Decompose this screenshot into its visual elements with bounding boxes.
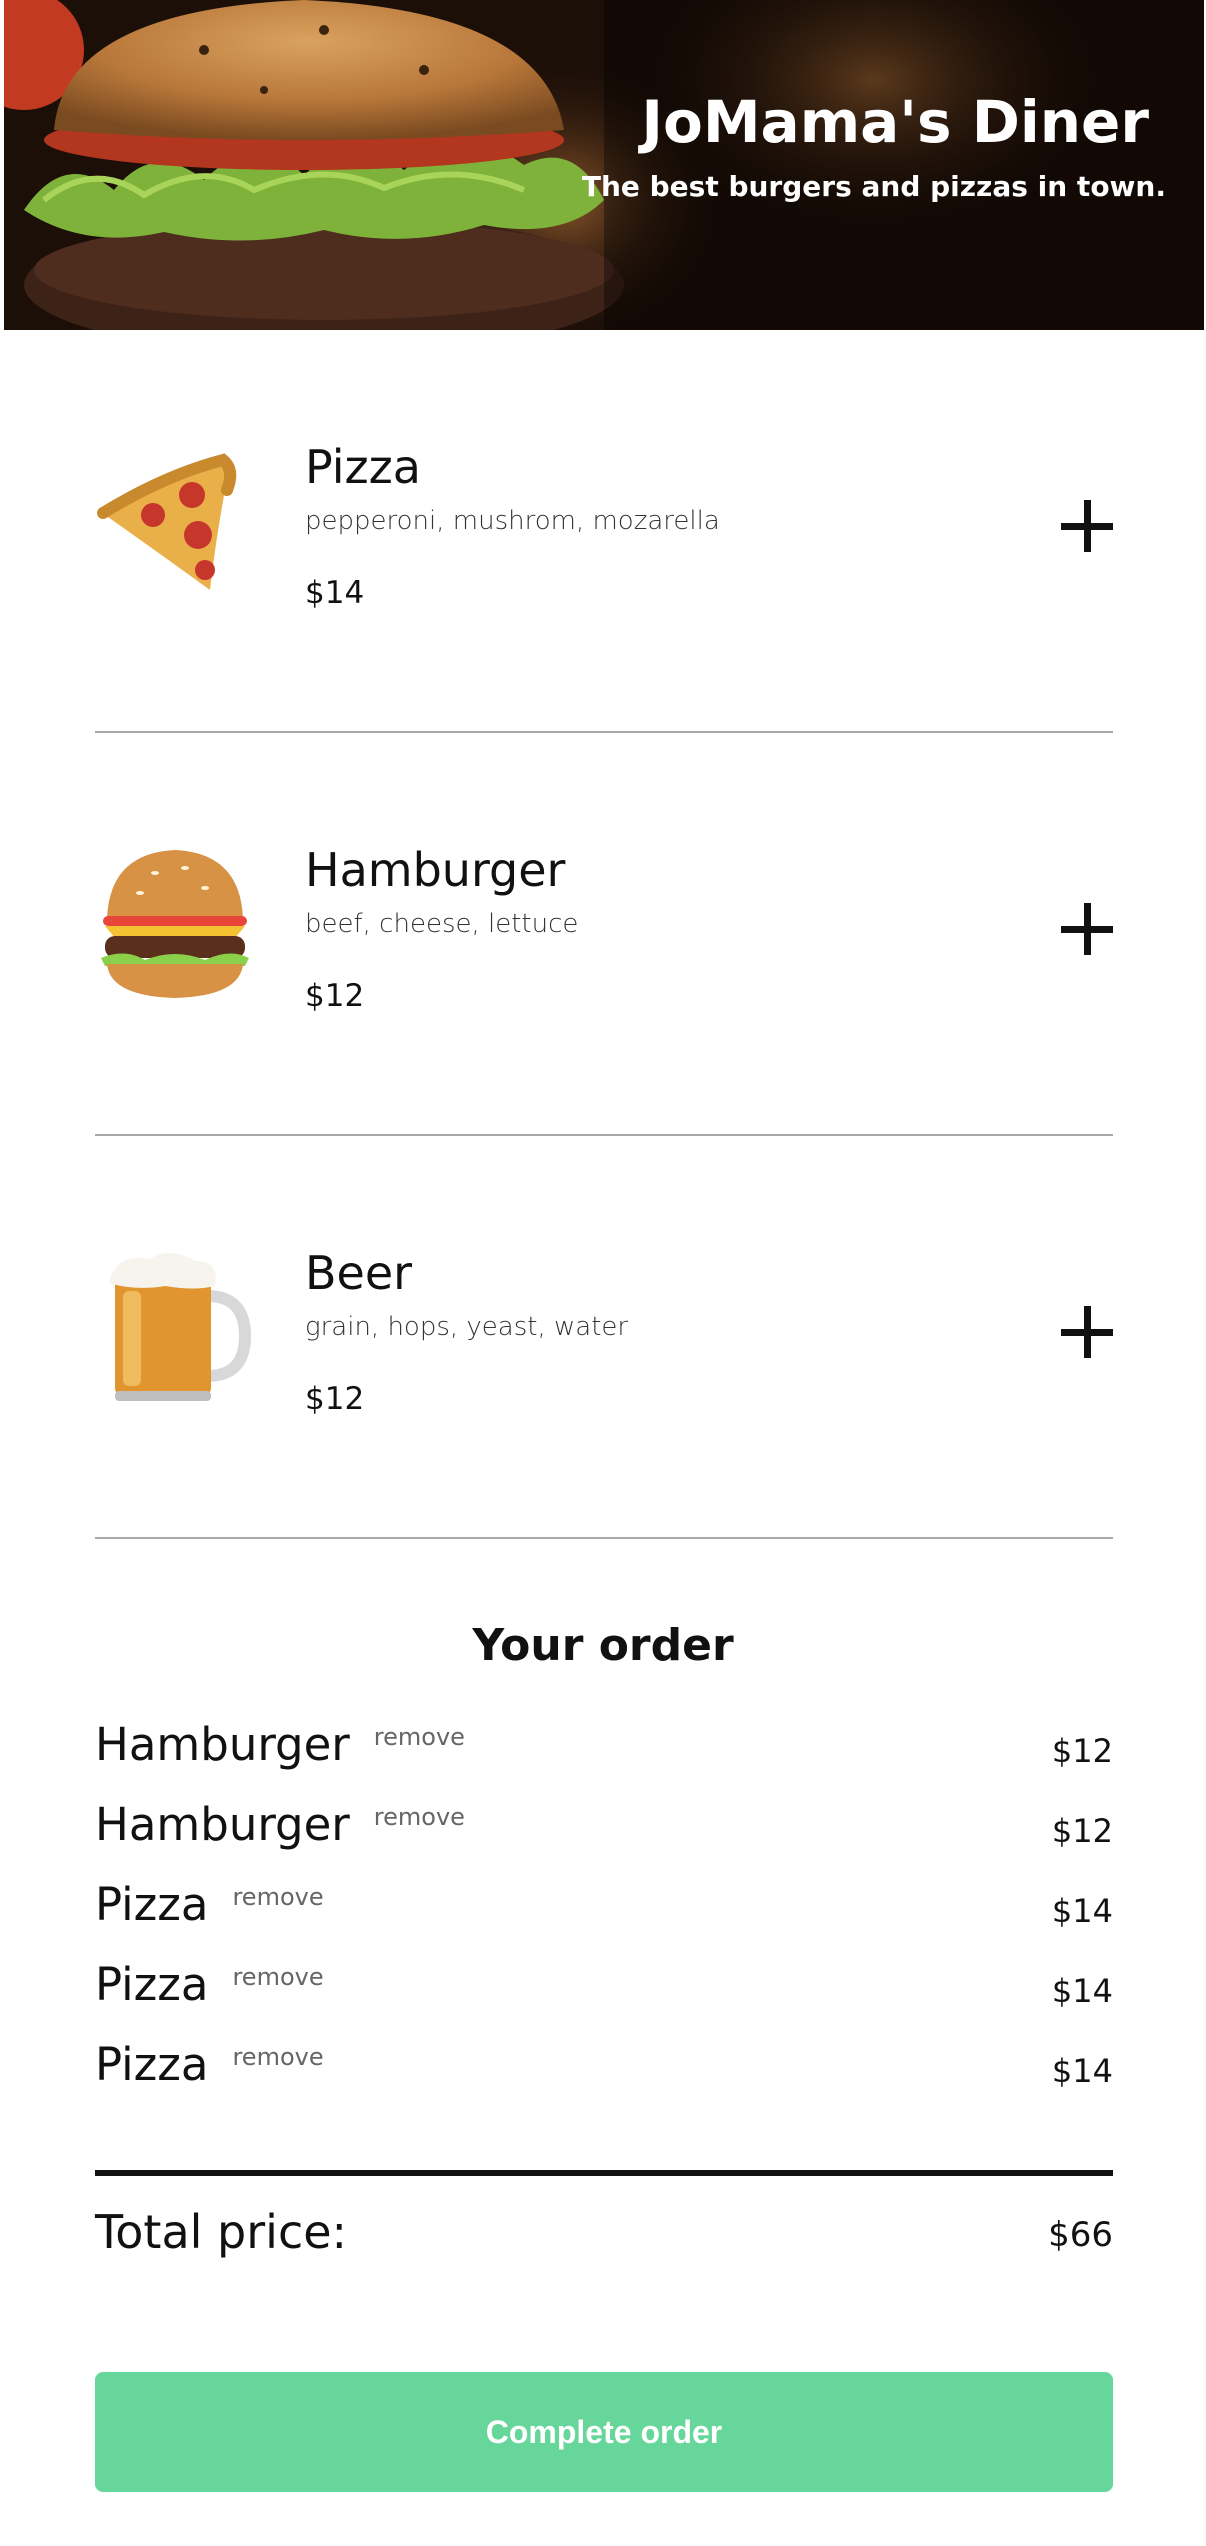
- menu-list: Pizza pepperoni, mushrom, mozarella $14 …: [95, 330, 1113, 1539]
- order-item-name: Hamburger: [95, 1798, 350, 1851]
- restaurant-title: JoMama's Diner: [641, 88, 1149, 156]
- item-price: $12: [305, 978, 365, 1014]
- order-item-name: Hamburger: [95, 1718, 350, 1771]
- item-price: $14: [305, 575, 365, 611]
- remove-link[interactable]: remove: [374, 1803, 465, 1831]
- remove-link[interactable]: remove: [374, 1723, 465, 1751]
- order-item-price: $14: [1051, 2052, 1113, 2090]
- remove-link[interactable]: remove: [232, 2043, 323, 2071]
- menu-item-hamburger: Hamburger beef, cheese, lettuce $12: [95, 733, 1113, 1136]
- order-item: Pizza remove $14: [95, 1878, 1113, 1958]
- item-description: grain, hops, yeast, water: [305, 1312, 629, 1342]
- order-item: Hamburger remove $12: [95, 1798, 1113, 1878]
- hamburger-icon: [95, 838, 255, 1008]
- add-hamburger-plus-icon[interactable]: [1061, 903, 1113, 955]
- item-name: Beer: [305, 1246, 413, 1300]
- order-list: Hamburger remove $12 Hamburger remove $12 …: [95, 1718, 1113, 2118]
- total-divider: [95, 2170, 1113, 2176]
- order-item-price: $14: [1051, 1972, 1113, 2010]
- add-beer-plus-icon[interactable]: [1061, 1306, 1113, 1358]
- order-title: Your order: [472, 1620, 734, 1671]
- item-description: pepperoni, mushrom, mozarella: [305, 506, 720, 536]
- total-value: $66: [1048, 2215, 1113, 2255]
- order-item: Pizza remove $14: [95, 2038, 1113, 2118]
- order-item-name: Pizza: [95, 1958, 209, 2011]
- remove-link[interactable]: remove: [232, 1963, 323, 1991]
- beer-icon: [95, 1241, 255, 1411]
- order-item-price: $14: [1051, 1892, 1113, 1930]
- hero-banner: JoMama's Diner The best burgers and pizz…: [4, 0, 1204, 330]
- restaurant-subtitle: The best burgers and pizzas in town.: [581, 170, 1166, 203]
- complete-order-button[interactable]: Complete order: [95, 2372, 1113, 2492]
- remove-link[interactable]: remove: [232, 1883, 323, 1911]
- item-price: $12: [305, 1381, 365, 1417]
- order-item-name: Pizza: [95, 2038, 209, 2091]
- order-item: Hamburger remove $12: [95, 1718, 1113, 1798]
- order-item-price: $12: [1051, 1812, 1113, 1850]
- menu-item-pizza: Pizza pepperoni, mushrom, mozarella $14: [95, 330, 1113, 733]
- item-name: Pizza: [305, 440, 421, 494]
- add-pizza-plus-icon[interactable]: [1061, 500, 1113, 552]
- menu-item-beer: Beer grain, hops, yeast, water $12: [95, 1136, 1113, 1539]
- burger-hero-image: [4, 0, 1204, 330]
- pizza-icon: [95, 435, 255, 605]
- item-name: Hamburger: [305, 843, 566, 897]
- order-item-price: $12: [1051, 1732, 1113, 1770]
- order-item: Pizza remove $14: [95, 1958, 1113, 2038]
- order-item-name: Pizza: [95, 1878, 209, 1931]
- item-description: beef, cheese, lettuce: [305, 909, 579, 939]
- total-label: Total price:: [95, 2205, 348, 2259]
